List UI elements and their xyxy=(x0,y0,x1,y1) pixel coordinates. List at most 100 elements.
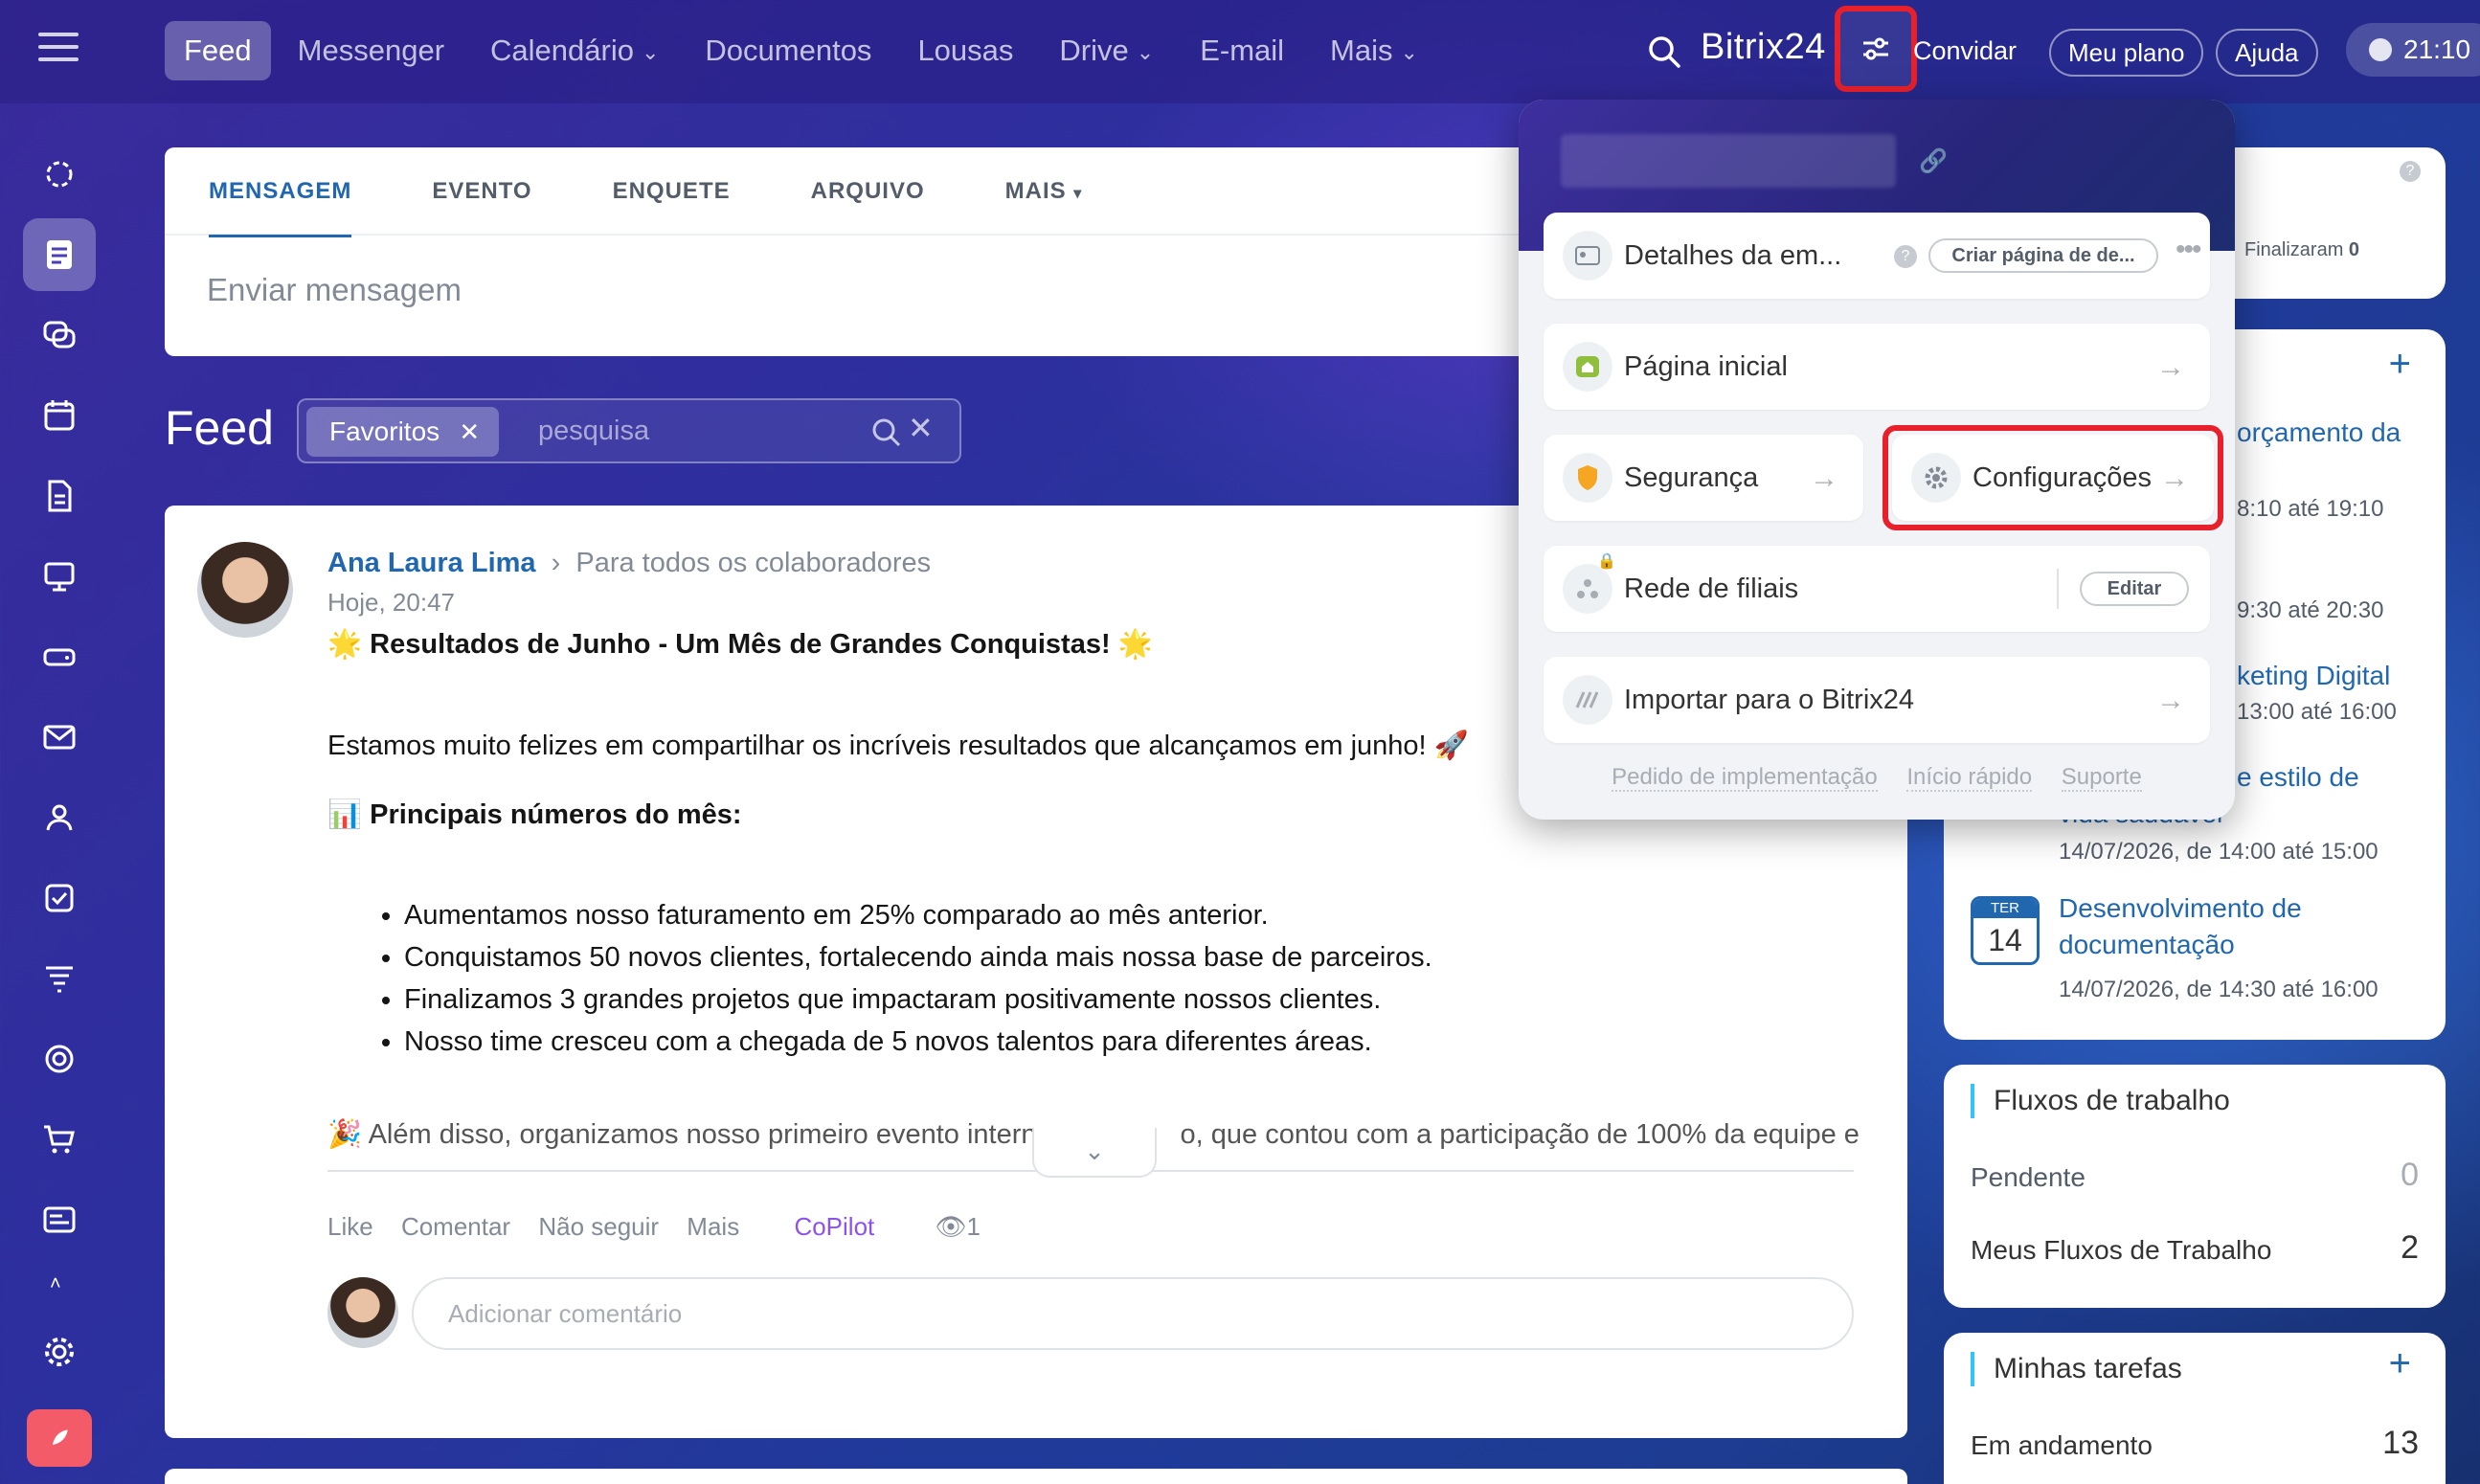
help-icon[interactable]: ? xyxy=(1894,245,1917,268)
event-title[interactable]: e estilo de xyxy=(2237,762,2359,793)
nav-feed[interactable]: Feed xyxy=(165,21,271,80)
task-row-label[interactable]: Em andamento xyxy=(1971,1430,2153,1461)
nav-calendar[interactable]: Calendário ⌄ xyxy=(471,21,678,80)
tasks-icon[interactable] xyxy=(23,862,96,934)
gear-icon[interactable] xyxy=(23,1315,96,1388)
event-title[interactable]: keting Digital xyxy=(2237,661,2390,691)
like-button[interactable]: Like xyxy=(327,1212,373,1241)
search-icon[interactable] xyxy=(1647,34,1681,69)
security-label: Segurança xyxy=(1624,462,1759,493)
finished-count: 0 xyxy=(2348,239,2360,260)
cart-icon[interactable] xyxy=(23,1103,96,1176)
branch-network-label: Rede de filiais xyxy=(1624,573,1799,604)
search-icon[interactable] xyxy=(869,416,904,450)
id-card-icon xyxy=(1563,231,1612,281)
list-item: Aumentamos nosso faturamento em 25% comp… xyxy=(404,894,1432,936)
workflow-row-count: 0 xyxy=(2401,1157,2419,1193)
document-icon[interactable] xyxy=(23,460,96,532)
branch-network-row[interactable]: 🔒 Rede de filiais Editar xyxy=(1544,546,2210,632)
message-input[interactable]: Enviar mensagem xyxy=(207,272,462,308)
nav-email[interactable]: E-mail xyxy=(1181,21,1303,80)
edit-button[interactable]: Editar xyxy=(2080,572,2189,606)
star-icon: 🌟 xyxy=(327,629,371,660)
tab-file[interactable]: ARQUIVO xyxy=(771,147,965,236)
post-author[interactable]: Ana Laura Lima xyxy=(327,548,536,578)
board-icon[interactable] xyxy=(23,540,96,613)
nav-drive[interactable]: Drive ⌄ xyxy=(1040,21,1173,80)
help-icon[interactable]: ? xyxy=(2400,161,2421,182)
drive-icon[interactable] xyxy=(23,620,96,693)
event-title[interactable]: Desenvolvimento de xyxy=(2059,890,2302,927)
chevron-down-icon: ⌄ xyxy=(641,39,660,64)
invite-button[interactable]: Convidar xyxy=(1913,36,2017,66)
target-icon[interactable] xyxy=(23,1023,96,1095)
home-icon xyxy=(1563,342,1612,392)
more-dots-icon[interactable]: ˄ xyxy=(50,1274,69,1293)
post-audience[interactable]: Para todos os colaboradores xyxy=(575,548,931,578)
list-item: Conquistamos 50 novos clientes, fortalec… xyxy=(404,936,1432,978)
hamburger-menu-icon[interactable] xyxy=(38,33,79,67)
security-row[interactable]: Segurança → xyxy=(1544,435,1863,521)
arrow-right-icon: → xyxy=(2156,685,2185,716)
unfollow-button[interactable]: Não seguir xyxy=(538,1212,659,1241)
team-icon[interactable] xyxy=(23,781,96,854)
my-plan-button[interactable]: Meu plano xyxy=(2049,29,2204,77)
nav-messenger[interactable]: Messenger xyxy=(279,21,463,80)
crm-funnel-icon[interactable] xyxy=(23,942,96,1015)
more-button[interactable]: Mais xyxy=(687,1212,739,1241)
company-details-row[interactable]: Detalhes da em... ? Criar página de de..… xyxy=(1544,213,2210,299)
tab-poll[interactable]: ENQUETE xyxy=(573,147,771,236)
post-bullet-list: Aumentamos nosso faturamento em 25% comp… xyxy=(404,894,1432,1063)
feed-filter[interactable]: Favoritos ✕ pesquisa ✕ xyxy=(297,398,961,463)
tab-event[interactable]: EVENTO xyxy=(392,147,572,236)
support-link[interactable]: Suporte xyxy=(2061,764,2142,792)
chevron-right-icon: › xyxy=(551,548,561,578)
event-title-line2[interactable]: documentação xyxy=(2059,927,2235,963)
create-page-button[interactable]: Criar página de de... xyxy=(1928,238,2158,273)
rocket-icon[interactable] xyxy=(27,1409,92,1467)
add-task-icon[interactable]: + xyxy=(2389,1342,2411,1385)
post-time[interactable]: Hoje, 20:47 xyxy=(327,588,455,618)
more-dots-icon[interactable]: ••• xyxy=(2176,234,2201,266)
quick-start-link[interactable]: Início rápido xyxy=(1906,764,2033,792)
avatar[interactable] xyxy=(197,542,293,638)
add-event-icon[interactable]: + xyxy=(2389,343,2411,386)
shield-icon xyxy=(1563,453,1612,503)
brand-logo[interactable]: Bitrix24 xyxy=(1701,27,1826,68)
nav-documents[interactable]: Documentos xyxy=(686,21,891,80)
work-time-clock[interactable]: 21:10 xyxy=(2346,23,2480,77)
copilot-button[interactable]: CoPilot xyxy=(794,1212,874,1241)
expand-post-button[interactable]: ⌄ xyxy=(1032,1128,1157,1178)
comment-input[interactable]: Adicionar comentário xyxy=(412,1277,1854,1350)
feed-icon[interactable] xyxy=(23,218,96,291)
search-input[interactable]: pesquisa xyxy=(538,400,649,461)
workflow-row-label[interactable]: Meus Fluxos de Trabalho xyxy=(1971,1235,2271,1266)
sitemap-icon[interactable] xyxy=(23,138,96,211)
tab-message[interactable]: MENSAGEM xyxy=(165,147,392,237)
clear-icon[interactable]: ✕ xyxy=(908,410,934,446)
home-page-row[interactable]: Página inicial → xyxy=(1544,324,2210,410)
sites-icon[interactable] xyxy=(23,1183,96,1256)
implementation-request-link[interactable]: Pedido de implementação xyxy=(1612,764,1878,792)
settings-sliders-button[interactable] xyxy=(1835,6,1917,92)
event-title[interactable]: orçamento da xyxy=(2237,417,2401,448)
nav-more[interactable]: Mais ⌄ xyxy=(1311,21,1437,80)
import-row[interactable]: Importar para o Bitrix24 → xyxy=(1544,657,2210,743)
event-date-badge: TER 14 xyxy=(1971,896,2040,965)
link-icon[interactable]: 🔗 xyxy=(1919,147,1948,175)
help-button[interactable]: Ajuda xyxy=(2216,29,2318,77)
tab-more[interactable]: MAIS ▾ xyxy=(965,147,1123,236)
event-time: 9:30 até 20:30 xyxy=(2237,597,2384,623)
settings-label: Configurações xyxy=(1973,462,2152,493)
comment-button[interactable]: Comentar xyxy=(401,1212,510,1241)
nav-boards[interactable]: Lousas xyxy=(898,21,1032,80)
workflow-row-label[interactable]: Pendente xyxy=(1971,1162,2085,1193)
settings-row[interactable]: Configurações → xyxy=(1892,435,2214,521)
close-icon[interactable]: ✕ xyxy=(459,407,480,457)
filter-chip[interactable]: Favoritos ✕ xyxy=(306,407,500,457)
chat-icon[interactable] xyxy=(23,299,96,371)
nav-calendar-label: Calendário xyxy=(490,34,634,67)
calendar-icon[interactable] xyxy=(23,379,96,452)
mail-icon[interactable] xyxy=(23,701,96,774)
nav-more-label: Mais xyxy=(1330,34,1393,67)
